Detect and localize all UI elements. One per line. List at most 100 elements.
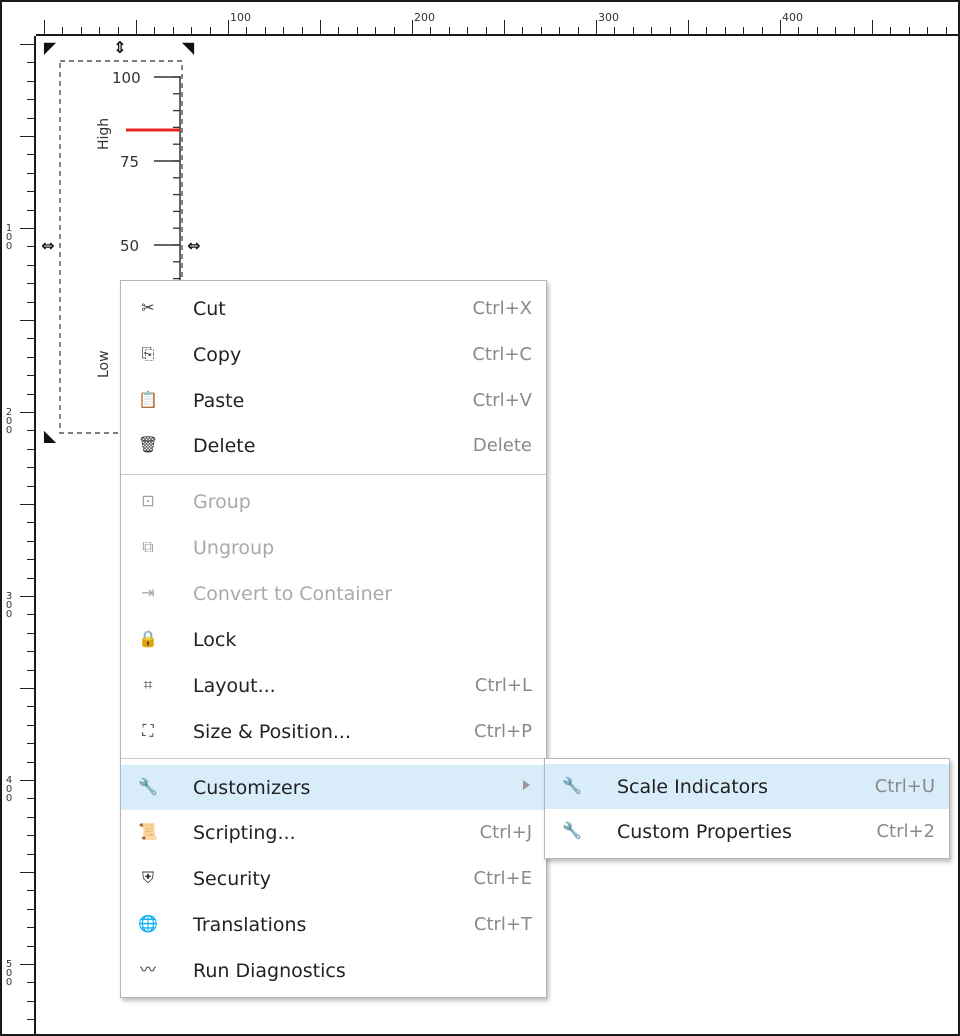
resize-handle-n-icon[interactable]: ⇕ xyxy=(110,38,130,58)
ruler-tick xyxy=(27,798,34,799)
ruler-label-v300: 300 xyxy=(5,591,13,620)
ruler-tick xyxy=(27,927,34,928)
ruler-tick xyxy=(872,20,873,34)
submenu-arrow-icon xyxy=(523,780,530,790)
ruler-corner xyxy=(2,2,36,36)
ruler-tick xyxy=(62,27,63,34)
ruler-tick xyxy=(27,559,34,560)
ruler-label-v200: 200 xyxy=(5,407,13,436)
ruler-tick xyxy=(27,909,34,910)
menu-item-security[interactable]: ⛨ Security Ctrl+E xyxy=(121,857,546,899)
resize-handle-nw-icon[interactable]: ◤ xyxy=(40,38,60,58)
ruler-tick xyxy=(20,872,34,873)
gauge-low-label: Low xyxy=(96,350,112,378)
ruler-tick xyxy=(688,20,689,34)
menu-item-run-diagnostics[interactable]: 〰 Run Diagnostics xyxy=(121,949,546,991)
ruler-tick xyxy=(670,27,671,34)
ruler-tick xyxy=(27,283,34,284)
ruler-tick xyxy=(320,20,321,34)
ruler-tick xyxy=(27,467,34,468)
ruler-tick xyxy=(27,246,34,247)
menu-item-customizers[interactable]: 🔧 Customizers xyxy=(121,765,546,810)
ruler-tick xyxy=(20,228,34,229)
ruler-label-v500: 500 xyxy=(5,959,13,988)
ruler-tick xyxy=(27,1001,34,1002)
ruler-label-200: 200 xyxy=(414,11,435,24)
menu-separator xyxy=(121,758,546,759)
ruler-tick xyxy=(854,27,855,34)
ruler-tick xyxy=(27,394,34,395)
ruler-tick xyxy=(27,62,34,63)
ruler-tick xyxy=(338,27,339,34)
ruler-tick xyxy=(20,412,34,413)
ruler-tick xyxy=(27,946,34,947)
ungroup-icon: ⧉ xyxy=(142,537,154,556)
ruler-tick xyxy=(27,265,34,266)
ruler-tick xyxy=(81,27,82,34)
ruler-tick xyxy=(20,504,34,505)
ruler-tick xyxy=(302,27,303,34)
ruler-tick xyxy=(927,27,928,34)
layout-icon: ⌗ xyxy=(143,675,153,694)
ruler-tick xyxy=(27,743,34,744)
ruler-tick xyxy=(20,136,34,137)
menu-item-group[interactable]: ⊡ Group xyxy=(121,480,546,522)
horizontal-ruler: 100 200 300 400 xyxy=(2,2,958,36)
ruler-tick xyxy=(596,20,597,34)
ruler-tick xyxy=(541,27,542,34)
menu-item-translations[interactable]: 🌐 Translations Ctrl+T xyxy=(121,903,546,945)
ruler-tick xyxy=(27,578,34,579)
gauge-tick-label-50: 50 xyxy=(120,237,139,255)
ruler-tick xyxy=(27,375,34,376)
menu-item-layout[interactable]: ⌗ Layout... Ctrl+L xyxy=(121,664,546,706)
ruler-tick xyxy=(118,27,119,34)
resize-handle-e-icon[interactable]: ⇔ xyxy=(184,236,204,256)
script-icon: 📜 xyxy=(138,822,158,841)
ruler-tick xyxy=(27,118,34,119)
menu-item-ungroup[interactable]: ⧉ Ungroup xyxy=(121,526,546,568)
ruler-tick xyxy=(20,596,34,597)
ruler-tick xyxy=(191,27,192,34)
ruler-tick xyxy=(27,982,34,983)
ruler-tick xyxy=(486,27,487,34)
ruler-tick xyxy=(154,27,155,34)
ruler-tick xyxy=(27,725,34,726)
submenu-item-scale-indicators[interactable]: 🔧 Scale Indicators Ctrl+U xyxy=(545,764,949,809)
ruler-tick xyxy=(375,27,376,34)
ruler-tick xyxy=(27,210,34,211)
menu-item-lock[interactable]: 🔒 Lock xyxy=(121,618,546,660)
ruler-tick xyxy=(27,890,34,891)
menu-item-convert-to-container[interactable]: ⇥ Convert to Container xyxy=(121,572,546,614)
ruler-tick xyxy=(173,27,174,34)
designer-canvas[interactable]: 100 200 300 400 100 200 300 400 500 100 … xyxy=(0,0,960,1036)
resize-handle-sw-icon[interactable]: ◣ xyxy=(40,426,60,446)
vertical-ruler: 100 200 300 400 500 xyxy=(2,2,36,1034)
ruler-tick xyxy=(890,27,891,34)
globe-icon: 🌐 xyxy=(138,914,158,933)
ruler-tick xyxy=(780,20,781,34)
menu-item-scripting[interactable]: 📜 Scripting... Ctrl+J xyxy=(121,811,546,853)
ruler-tick xyxy=(27,154,34,155)
menu-item-delete[interactable]: 🗑 Delete Delete xyxy=(121,424,546,466)
resize-handle-ne-icon[interactable]: ◥ xyxy=(178,38,198,58)
ruler-tick xyxy=(27,651,34,652)
clipboard-icon: 📋 xyxy=(138,390,158,409)
ruler-tick xyxy=(504,20,505,34)
resize-handle-w-icon[interactable]: ⇔ xyxy=(38,236,58,256)
menu-item-copy[interactable]: ⎘ Copy Ctrl+C xyxy=(121,333,546,375)
ruler-tick xyxy=(27,633,34,634)
size-position-icon: ⛶ xyxy=(142,721,154,740)
ruler-label-v100: 100 xyxy=(5,223,13,252)
ruler-tick xyxy=(20,780,34,781)
menu-item-paste[interactable]: 📋 Paste Ctrl+V xyxy=(121,379,546,421)
ruler-tick xyxy=(798,27,799,34)
ruler-tick xyxy=(27,762,34,763)
menu-item-size-position[interactable]: ⛶ Size & Position... Ctrl+P xyxy=(121,710,546,752)
shield-icon: ⛨ xyxy=(141,868,154,887)
menu-item-cut[interactable]: ✂ Cut Ctrl+X xyxy=(121,287,546,329)
ruler-tick xyxy=(817,27,818,34)
ruler-tick xyxy=(762,27,763,34)
submenu-item-custom-properties[interactable]: 🔧 Custom Properties Ctrl+2 xyxy=(545,810,949,852)
wrench-icon: 🔧 xyxy=(138,777,158,796)
ruler-tick xyxy=(909,27,910,34)
